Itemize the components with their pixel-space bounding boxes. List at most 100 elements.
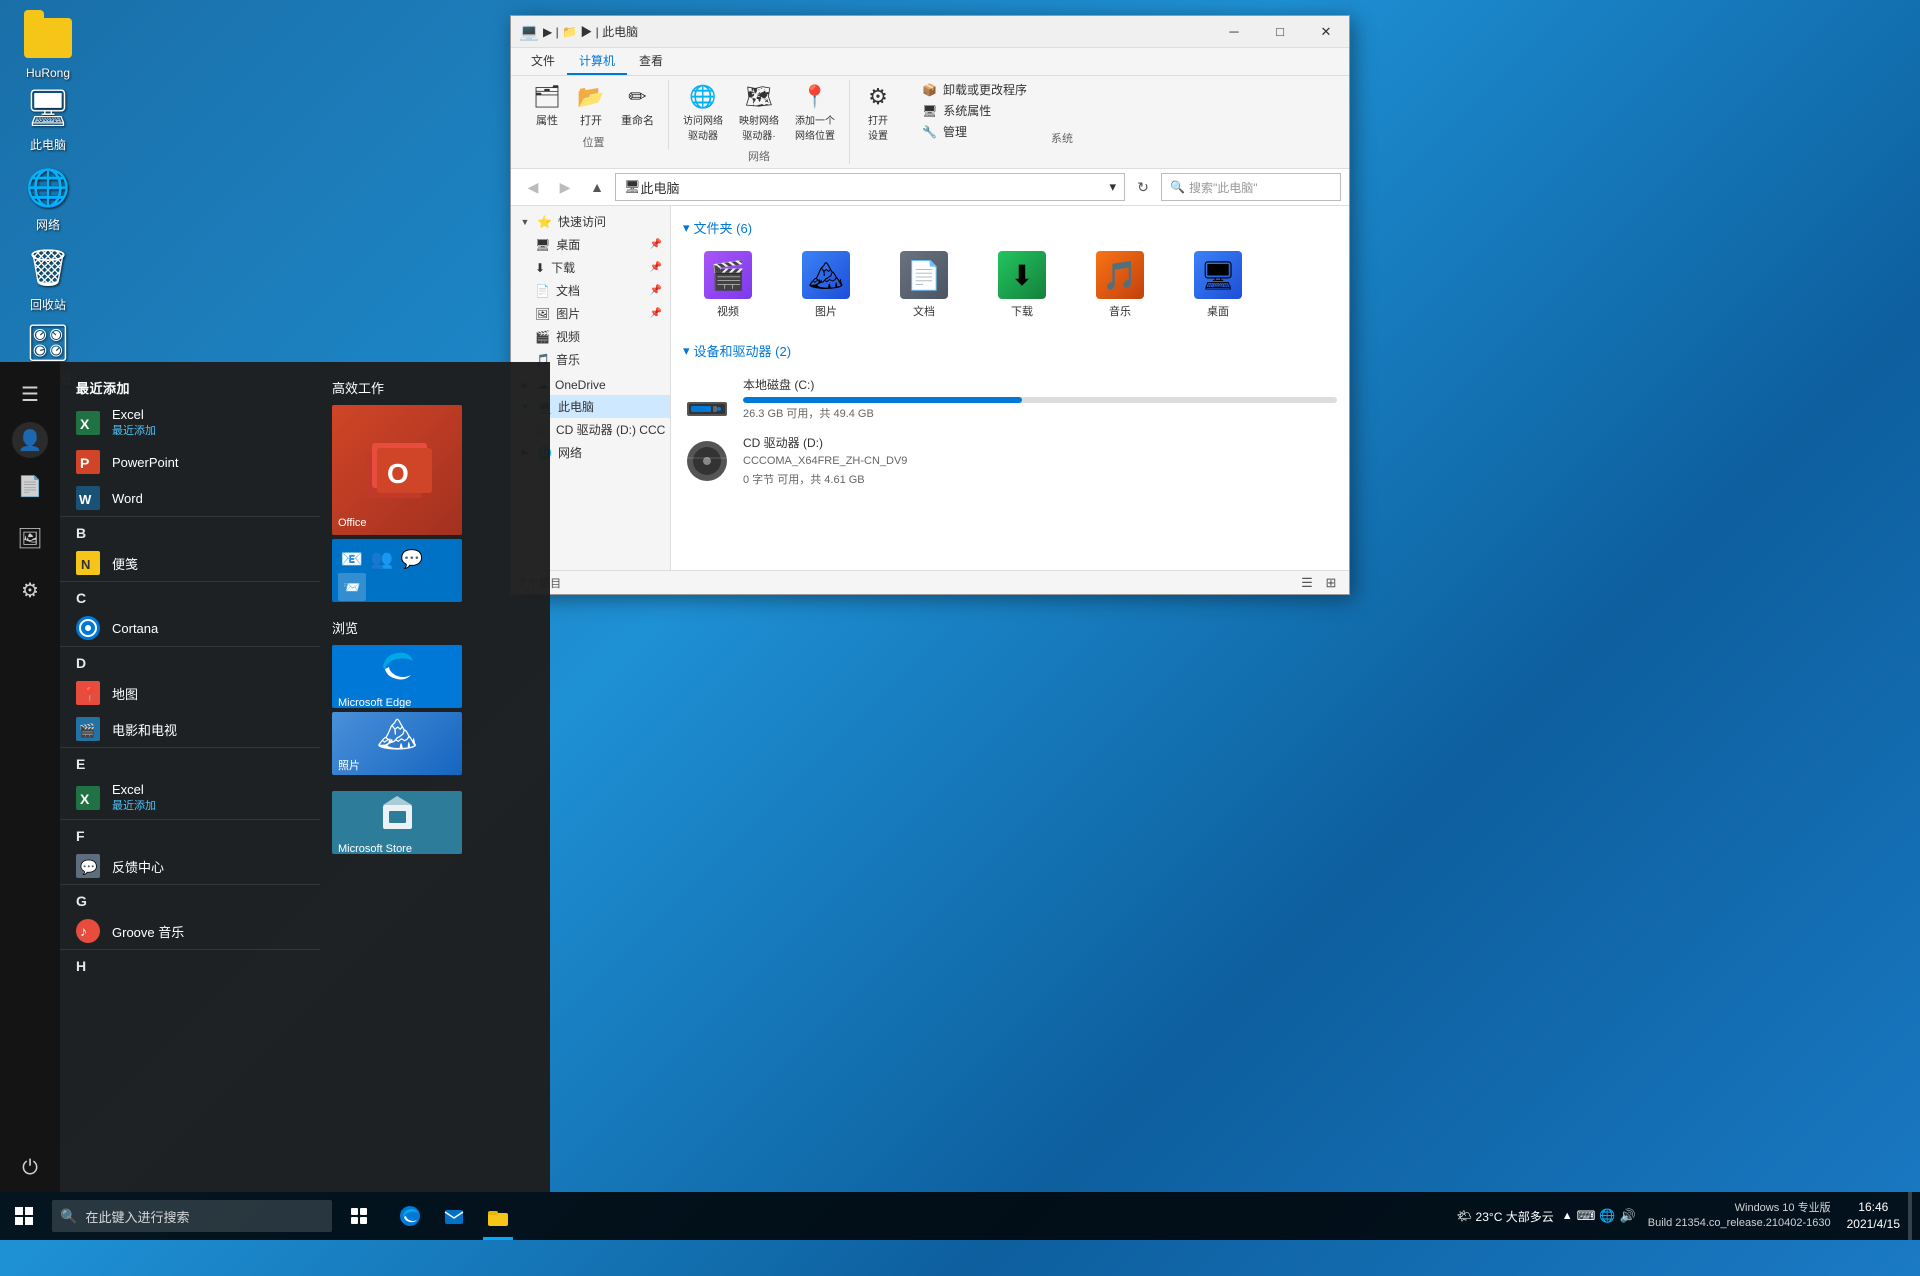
tab-view[interactable]: 查看	[627, 48, 675, 75]
folder-icon-desktop: 🖥	[1194, 251, 1242, 299]
folder-item-documents[interactable]: 📄 文档	[879, 245, 969, 325]
maximize-button[interactable]: □	[1257, 16, 1303, 48]
ribbon-item-sys-props[interactable]: 🖥 系统属性	[918, 101, 1031, 120]
network-status-icon[interactable]: 🌐	[1599, 1208, 1615, 1224]
folder-label: 视频	[717, 303, 739, 319]
ribbon-btn-rename[interactable]: ✏ 重命名	[615, 80, 660, 132]
excel-icon2: X	[76, 786, 100, 810]
folder-item-music[interactable]: 🎵 音乐	[1075, 245, 1165, 325]
section-title-text: 文件夹 (6)	[694, 218, 753, 237]
btn-label: 打开设置	[868, 112, 888, 142]
taskbar-right-area: 🌤 23°C 大部多云 ▲ ⌨ 🌐 🔊 Windows 10 专业版 Build…	[1456, 1192, 1920, 1240]
ribbon-content: 🗂 属性 📂 打开 ✏ 重命名 位置	[511, 76, 1349, 168]
ribbon-btn-add-location[interactable]: 📍 添加一个网络位置	[789, 80, 841, 146]
ribbon-item-uninstall[interactable]: 📦 卸载或更改程序	[918, 80, 1031, 99]
desktop-icon-recycle[interactable]: 🗑 回收站	[8, 240, 88, 317]
keyboard-icon[interactable]: ⌨	[1577, 1208, 1596, 1224]
sidebar-item-documents[interactable]: 📄 文档 📌	[511, 279, 670, 302]
back-button[interactable]: ◀	[519, 173, 547, 201]
folder-item-downloads[interactable]: ⬇ 下载	[977, 245, 1067, 325]
sidebar-item-quick-access[interactable]: ▼ ⭐ 快速访问	[511, 210, 670, 233]
desktop-icon-network[interactable]: 🌐 网络	[8, 160, 88, 237]
status-view-buttons: ☰ ⊞	[1297, 573, 1341, 593]
taskbar-app-edge[interactable]	[388, 1192, 432, 1240]
show-desktop-button[interactable]	[1908, 1192, 1912, 1240]
ribbon-btn-network-access[interactable]: 🌐 访问网络驱动器	[677, 80, 729, 146]
start-menu-app-list: 最近添加 X Excel 最近添加 P PowerPoint W	[60, 362, 320, 1192]
tile-office[interactable]: O Office	[332, 405, 462, 535]
svg-text:📍: 📍	[81, 686, 98, 703]
tile-store[interactable]: Microsoft Store	[332, 791, 462, 854]
settings-left-button[interactable]: ⚙	[6, 566, 54, 614]
pictures-left-button[interactable]: 🖼	[6, 514, 54, 562]
tab-computer[interactable]: 计算机	[567, 48, 627, 75]
app-item-groove[interactable]: ♪ Groove 音乐	[60, 913, 320, 949]
app-item-excel-new[interactable]: X Excel 最近添加	[60, 401, 320, 444]
up-button[interactable]: ▲	[583, 173, 611, 201]
list-view-button[interactable]: ☰	[1297, 573, 1317, 593]
settings-icon: ⚙	[868, 84, 888, 110]
documents-left-button[interactable]: 📄	[6, 462, 54, 510]
explorer-main: ▼ ⭐ 快速访问 🖥 桌面 📌 ⬇ 下载 📌	[511, 206, 1349, 570]
tile-edge[interactable]: Microsoft Edge	[332, 645, 462, 708]
ribbon-btn-map-drive[interactable]: 🗺 映射网络驱动器·	[733, 80, 785, 146]
tile-mail[interactable]: 📧 👥 💬 📨 在一处查看所有邮件 邮件	[332, 539, 462, 602]
tab-file[interactable]: 文件	[519, 48, 567, 75]
hamburger-menu-button[interactable]: ☰	[6, 370, 54, 418]
letter-divider-c: C	[60, 581, 320, 610]
app-item-maps[interactable]: 📍 地图	[60, 675, 320, 711]
drive-item-d[interactable]: CD 驱动器 (D:) CCCOMA_X64FRE_ZH-CN_DV9 0 字节…	[683, 428, 1337, 493]
ribbon-item-manage[interactable]: 🔧 管理	[918, 122, 1031, 141]
forward-button[interactable]: ▶	[551, 173, 579, 201]
sidebar-label: 快速访问	[558, 213, 606, 230]
view-all-mail-button[interactable]: 📨	[338, 573, 366, 601]
start-button[interactable]	[0, 1192, 48, 1240]
folder-item-pictures[interactable]: 🏔 图片	[781, 245, 871, 325]
app-item-word[interactable]: W Word	[60, 480, 320, 516]
ribbon-btn-open[interactable]: 📂 打开	[571, 80, 611, 132]
tile-photos[interactable]: 🏔 照片	[332, 712, 462, 775]
task-view-button[interactable]	[340, 1192, 380, 1240]
ribbon-btn-properties[interactable]: 🗂 属性	[527, 80, 567, 132]
letter-divider-e: E	[60, 747, 320, 776]
minimize-button[interactable]: ─	[1211, 16, 1257, 48]
app-item-movies[interactable]: 🎬 电影和电视	[60, 711, 320, 747]
folder-item-videos[interactable]: 🎬 视频	[683, 245, 773, 325]
sidebar-item-desktop[interactable]: 🖥 桌面 📌	[511, 233, 670, 256]
desktop: HuRong 🖥 此电脑 🌐 网络 🗑 回收站 🎛 控制面板 💻 ▶ | 📁 ▶…	[0, 0, 1920, 1240]
desktop-icon-hurong[interactable]: HuRong	[8, 10, 88, 84]
search-box[interactable]: 🔍 搜索"此电脑"	[1161, 173, 1341, 201]
address-box[interactable]: 🖥 此电脑 ▾	[615, 173, 1125, 201]
folders-section-title: ▾ 文件夹 (6)	[683, 218, 1337, 237]
taskbar-app-explorer[interactable]	[476, 1192, 520, 1240]
taskbar-weather[interactable]: 🌤 23°C 大部多云	[1456, 1208, 1553, 1225]
titlebar: 💻 ▶ | 📁 ▶ | 此电脑 ─ □ ✕	[511, 16, 1349, 48]
folder-label: 下载	[1011, 303, 1033, 319]
quick-access-icon: ⭐	[537, 215, 552, 229]
folder-item-desktop[interactable]: 🖥 桌面	[1173, 245, 1263, 325]
app-item-notepad[interactable]: N 便笺	[60, 545, 320, 581]
store-tiles: Microsoft Store	[332, 791, 538, 854]
power-button[interactable]: ⏻	[6, 1144, 54, 1192]
drive-item-c[interactable]: 本地磁盘 (C:) 26.3 GB 可用，共 49.4 GB	[683, 368, 1337, 428]
ribbon-btn-open-settings[interactable]: ⚙ 打开设置	[858, 80, 898, 146]
app-item-excel2[interactable]: X Excel 最近添加	[60, 776, 320, 819]
app-item-cortana[interactable]: Cortana	[60, 610, 320, 646]
chevron-up-icon[interactable]: ▲	[1562, 1210, 1573, 1222]
app-item-ppt[interactable]: P PowerPoint	[60, 444, 320, 480]
volume-icon[interactable]: 🔊	[1620, 1208, 1636, 1224]
taskbar-clock[interactable]: 16:46 2021/4/15	[1839, 1199, 1908, 1233]
ribbon-group-buttons: 🗂 属性 📂 打开 ✏ 重命名	[527, 80, 660, 132]
taskbar-app-mail[interactable]	[432, 1192, 476, 1240]
sidebar-item-videos[interactable]: 🎬 视频	[511, 325, 670, 348]
app-item-feedback[interactable]: 💬 反馈中心	[60, 848, 320, 884]
desktop-icon-mypc[interactable]: 🖥 此电脑	[8, 80, 88, 157]
item-label: 卸载或更改程序	[943, 81, 1027, 98]
close-button[interactable]: ✕	[1303, 16, 1349, 48]
sidebar-item-downloads[interactable]: ⬇ 下载 📌	[511, 256, 670, 279]
user-avatar[interactable]: 👤	[12, 422, 48, 458]
taskbar-search-box[interactable]: 🔍 在此键入进行搜索	[52, 1200, 332, 1232]
refresh-button[interactable]: ↻	[1129, 173, 1157, 201]
sidebar-item-pictures[interactable]: 🖼 图片 📌	[511, 302, 670, 325]
grid-view-button[interactable]: ⊞	[1321, 573, 1341, 593]
